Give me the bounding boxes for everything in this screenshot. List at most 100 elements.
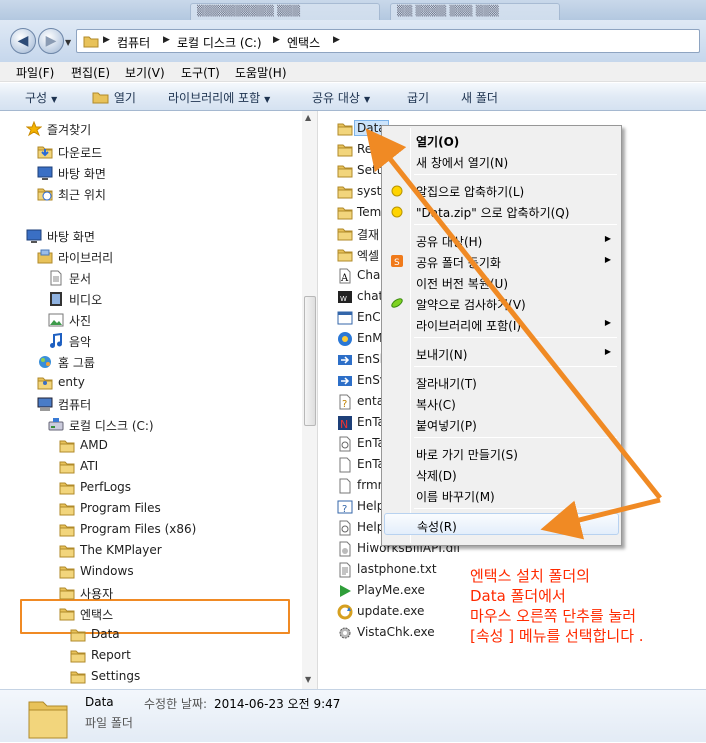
details-modified-value: 2014-06-23 오전 9:47 (214, 697, 341, 711)
share-with-label: 공유 대상 (312, 91, 360, 105)
annotation-line-3: 마우스 오른쪽 단추를 눌러 (470, 607, 637, 625)
folder-icon (59, 606, 75, 622)
address-row: ◀ ▶ ▼ ▶ 컴퓨터 ▶ 로컬 디스크 (C:) ▶ 엔택스 ▶ (0, 20, 706, 62)
context-menu-item[interactable]: 복사(C) (384, 392, 619, 414)
menu-tools[interactable]: 도구(T) (181, 64, 220, 81)
nav-item-label: 문서 (69, 272, 92, 286)
forward-button[interactable]: ▶ (38, 28, 64, 54)
recent-places-icon (37, 186, 53, 202)
context-menu-item-label: 알집으로 압축하기(L) (416, 185, 525, 199)
dll-file-icon (337, 541, 353, 557)
include-library-label: 라이브러리에 포함 (168, 91, 261, 105)
annotation-line-1: 엔택스 설치 폴더의 (470, 567, 590, 585)
folder-icon (70, 627, 86, 643)
context-menu-item[interactable]: S 공유 폴더 동기화 ▶ (384, 250, 619, 272)
context-menu-item[interactable]: 바로 가기 만들기(S) (384, 442, 619, 464)
folder-icon (59, 522, 75, 538)
context-menu-item[interactable]: 알집으로 압축하기(L) (384, 179, 619, 201)
navigation-pane: ▲ ▼ 즐겨찾기 다운로드 바탕 화면 최근 위치 바탕 화면 라이브러리 문서 비디오 사진 음… (0, 111, 318, 689)
context-menu-item[interactable]: "Data.zip" 으로 압축하기(Q) (384, 200, 619, 222)
context-menu-item[interactable]: 속성(R) (384, 513, 619, 535)
submenu-arrow-icon: ▶ (604, 255, 611, 264)
back-button[interactable]: ◀ (10, 28, 36, 54)
recent-pages-dropdown-icon[interactable]: ▼ (65, 38, 71, 47)
breadcrumb-entax[interactable]: 엔택스 (287, 34, 320, 51)
svg-text:S: S (394, 258, 400, 268)
context-menu-item[interactable]: 삭제(D) (384, 463, 619, 485)
tab-1[interactable]: ▒▒▒▒▒▒▒▒▒▒ ▒▒▒ (190, 3, 380, 20)
menu-separator (414, 437, 617, 438)
menu-view[interactable]: 보기(V) (125, 64, 165, 81)
folder-icon (337, 247, 353, 263)
new-folder-button[interactable]: 새 폴더 (461, 89, 498, 106)
alyac-icon (389, 295, 405, 311)
nav-item-label: 다운로드 (58, 146, 103, 160)
music-icon (48, 332, 64, 349)
file-item-label: VistaChk.exe (357, 625, 435, 639)
menu-separator (414, 508, 617, 509)
nav-item-label: 라이브러리 (58, 251, 114, 265)
context-menu-item[interactable]: 라이브러리에 포함(I) ▶ (384, 313, 619, 335)
nav-item-label: 즐겨찾기 (47, 123, 92, 137)
organize-label: 구성 (25, 91, 48, 105)
share-with-button[interactable]: 공유 대상 ▼ (312, 89, 370, 106)
menu-help[interactable]: 도움말(H) (235, 64, 287, 81)
context-menu-item[interactable]: 붙여넣기(P) (384, 413, 619, 435)
chevron-right-icon[interactable]: ▶ (333, 35, 340, 45)
context-menu-item-label: 이름 바꾸기(M) (416, 490, 495, 504)
context-menu-item[interactable]: 열기(O) (384, 129, 619, 151)
breadcrumb-local-disk[interactable]: 로컬 디스크 (C:) (177, 34, 262, 51)
folder-icon (59, 585, 75, 601)
open-button[interactable]: 열기 (92, 89, 136, 106)
folder-icon (337, 205, 353, 221)
context-menu-item-label: 공유 대상(H) (416, 235, 483, 249)
context-menu-item-label: 복사(C) (416, 398, 456, 412)
menu-separator (414, 337, 617, 338)
chevron-right-icon[interactable]: ▶ (163, 35, 170, 45)
context-menu-item[interactable]: 새 창에서 열기(N) (384, 150, 619, 172)
tab-2[interactable]: ▒▒ ▒▒▒▒ ▒▒▒ ▒▒▒ (390, 3, 560, 20)
file-item-label: lastphone.txt (357, 562, 437, 576)
nav-item-label: Data (91, 627, 120, 641)
folder-icon (70, 648, 86, 664)
context-menu-item[interactable]: 알약으로 검사하기(V) (384, 292, 619, 314)
context-menu-item[interactable]: 공유 대상(H) ▶ (384, 229, 619, 251)
folder-icon (337, 226, 353, 242)
chevron-right-icon[interactable]: ▶ (103, 35, 110, 45)
svg-text:?: ? (342, 504, 347, 515)
context-menu-item[interactable]: 보내기(N) ▶ (384, 342, 619, 364)
address-bar[interactable]: ▶ 컴퓨터 ▶ 로컬 디스크 (C:) ▶ 엔택스 ▶ (76, 29, 700, 53)
pictures-icon (48, 312, 64, 328)
scroll-up-icon[interactable]: ▲ (305, 113, 311, 122)
chevron-down-icon: ▼ (363, 95, 371, 104)
scroll-down-icon[interactable]: ▼ (305, 675, 311, 684)
annotation-text: 엔택스 설치 폴더의 Data 폴더에서 마우스 오른쪽 단추를 눌러 [속성 … (470, 566, 644, 646)
organize-button[interactable]: 구성 ▼ (25, 89, 57, 106)
menu-separator (414, 174, 617, 175)
context-menu-item[interactable]: 이름 바꾸기(M) (384, 484, 619, 506)
context-menu-item-label: 열기(O) (416, 135, 460, 149)
burn-button[interactable]: 굽기 (407, 89, 429, 106)
window-app-icon (337, 310, 353, 326)
menu-edit[interactable]: 편집(E) (71, 64, 110, 81)
nav-item-label: 최근 위치 (58, 188, 106, 202)
tab-2-label: ▒▒ ▒▒▒▒ ▒▒▒ ▒▒▒ (397, 6, 499, 17)
folder-icon (59, 501, 75, 517)
breadcrumb-computer[interactable]: 컴퓨터 (117, 34, 150, 51)
user-folder-icon (37, 375, 53, 391)
chevron-right-icon[interactable]: ▶ (273, 35, 280, 45)
nav-item-label: ATI (80, 459, 99, 473)
folder-icon (59, 438, 75, 454)
svg-text:W: W (340, 295, 347, 303)
desktop-icon (26, 228, 42, 244)
context-menu-item-label: 공유 폴더 동기화 (416, 256, 501, 270)
context-menu-item[interactable]: 잘라내기(T) (384, 371, 619, 393)
context-menu-item[interactable]: 이전 버전 복원(U) (384, 271, 619, 293)
chevron-down-icon: ▼ (264, 95, 271, 104)
include-in-library-button[interactable]: 라이브러리에 포함 ▼ (168, 89, 270, 106)
details-pane: Data 수정한 날짜: 2014-06-23 오전 9:47 파일 폴더 (0, 689, 706, 742)
nav-scrollbar[interactable]: ▲ ▼ (302, 111, 317, 689)
menu-file[interactable]: 파일(F) (16, 64, 54, 81)
nav-scroll-thumb[interactable] (304, 296, 316, 426)
menu-separator (414, 224, 617, 225)
